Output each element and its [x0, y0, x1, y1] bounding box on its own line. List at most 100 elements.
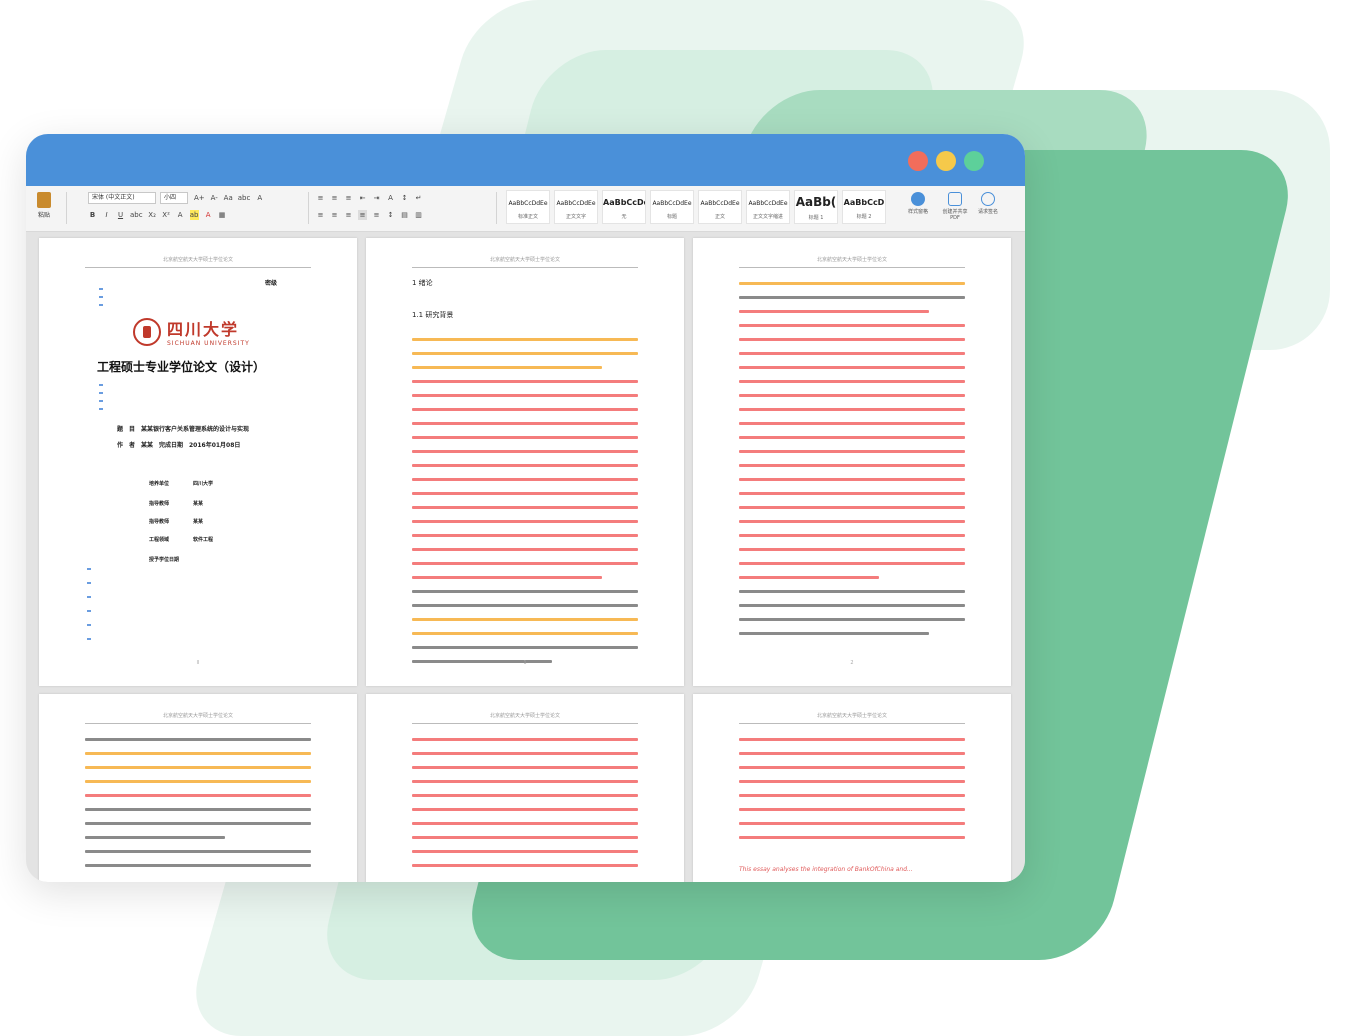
align-right-button[interactable]: ≡ — [344, 210, 353, 220]
body-text — [412, 338, 638, 674]
strikethrough-button[interactable]: abc — [130, 210, 143, 220]
info-key: 指导教师 — [149, 519, 170, 525]
text-line — [739, 520, 965, 523]
info-key: 培养单位 — [149, 481, 170, 487]
asian-layout-button[interactable]: A — [386, 193, 395, 203]
paragraph-mark — [99, 408, 103, 410]
paragraph-mark — [99, 296, 103, 298]
change-case-button[interactable]: Aa — [224, 193, 233, 203]
line-spacing-button[interactable]: ↕ — [386, 210, 395, 220]
document-page[interactable]: 北京航空航天大学硕士学位论文 密级 四川大学 SICHUAN UNIVERSIT… — [39, 238, 357, 686]
page-number: 1 — [523, 660, 527, 666]
text-line — [85, 850, 311, 853]
body-text — [739, 738, 965, 850]
document-canvas[interactable]: 北京航空航天大学硕士学位论文 密级 四川大学 SICHUAN UNIVERSIT… — [26, 232, 1025, 882]
text-line — [85, 738, 311, 741]
page-number: II — [196, 660, 200, 666]
paragraph-mark — [87, 596, 91, 598]
text-line — [412, 478, 638, 481]
increase-indent-button[interactable]: ⇥ — [372, 193, 381, 203]
text-line — [412, 822, 638, 825]
english-abstract-line: This essay analyses the integration of B… — [739, 866, 913, 873]
styles-pane-button[interactable]: 样式窗格 — [904, 192, 932, 215]
close-window-button[interactable] — [908, 151, 928, 171]
style-card[interactable]: AaBbCcDdEe 正文文字 — [554, 190, 598, 224]
decrease-indent-button[interactable]: ⇤ — [358, 193, 367, 203]
style-name: 正文文字 — [565, 214, 586, 220]
shading-button[interactable]: ▦ — [218, 210, 227, 220]
styles-pane-label: 样式窗格 — [907, 209, 928, 215]
document-page[interactable]: 北京航空航天大学硕士学位论文 1 绪论 1.1 研究背景 1 — [366, 238, 684, 686]
text-line — [85, 808, 311, 811]
document-page[interactable]: 北京航空航天大学硕士学位论文 — [693, 238, 1011, 686]
text-line — [739, 464, 965, 467]
grow-font-button[interactable]: A+ — [194, 193, 205, 203]
paragraph-mark — [99, 384, 103, 386]
shrink-font-button[interactable]: A- — [210, 193, 219, 203]
phonetic-button[interactable]: abc — [238, 193, 251, 203]
minimize-window-button[interactable] — [936, 151, 956, 171]
shading-fill-button[interactable]: ▤ — [400, 210, 409, 220]
text-line — [739, 752, 965, 755]
style-sample: AaBbCcDdEe — [748, 200, 788, 207]
align-left-button[interactable]: ≡ — [316, 210, 325, 220]
highlight-button[interactable]: ab — [189, 210, 199, 220]
paragraph-row-bottom: ≡ ≡ ≡ ≡ ≡ ↕ ▤ ▥ — [316, 210, 423, 220]
style-card[interactable]: AaBbCcDdEe 正文 — [698, 190, 742, 224]
style-card[interactable]: AaBbCcDd 无 — [602, 190, 646, 224]
superscript-button[interactable]: X² — [162, 210, 171, 220]
sort-button[interactable]: ↕ — [400, 193, 409, 203]
bold-button[interactable]: B — [88, 210, 97, 220]
style-card[interactable]: AaBbCcDdEe 标准正文 — [506, 190, 550, 224]
info-value: 某某 — [193, 519, 204, 525]
info-row: 指导教师 某某 — [149, 518, 203, 525]
clear-format-button[interactable]: A — [255, 193, 264, 203]
text-line — [739, 738, 965, 741]
font-size-select[interactable]: 小四 — [160, 192, 188, 204]
style-card[interactable]: AaBbCcDdEe 标题 — [650, 190, 694, 224]
subscript-button[interactable]: X₂ — [148, 210, 157, 220]
font-name-select[interactable]: 宋体 (中文正文) — [88, 192, 156, 204]
info-row: 工程领域 软件工程 — [149, 536, 213, 543]
info-row: 授予学位日期 — [149, 556, 203, 563]
distribute-button[interactable]: ≡ — [372, 210, 381, 220]
underline-button[interactable]: U — [116, 210, 125, 220]
style-card[interactable]: AaBb( 标题 1 — [794, 190, 838, 224]
document-page[interactable]: 北京航空航天大学硕士学位论文 — [39, 694, 357, 882]
maximize-window-button[interactable] — [964, 151, 984, 171]
style-name: 正文 — [714, 214, 725, 220]
text-line — [739, 548, 965, 551]
request-signature-button[interactable]: 请求签名 — [974, 192, 1002, 215]
text-line — [412, 520, 638, 523]
create-pdf-button[interactable]: 创建并共享 PDF — [938, 192, 972, 221]
show-marks-button[interactable]: ↵ — [414, 193, 423, 203]
document-page[interactable]: 北京航空航天大学硕士学位论文 This essay analyses the i… — [693, 694, 1011, 882]
text-line — [412, 808, 638, 811]
numbering-button[interactable]: ≡ — [330, 193, 339, 203]
info-key: 授予学位日期 — [149, 557, 180, 563]
multilevel-list-button[interactable]: ≡ — [344, 193, 353, 203]
paste-button[interactable]: 粘贴 — [34, 192, 54, 219]
style-card[interactable]: AaBbCcDdEe 正文文字缩进 — [746, 190, 790, 224]
info-key: 指导教师 — [149, 501, 170, 507]
create-pdf-label: 创建并共享 PDF — [942, 209, 968, 221]
align-center-button[interactable]: ≡ — [330, 210, 339, 220]
clipboard-icon — [37, 192, 51, 208]
paragraph-mark — [87, 610, 91, 612]
body-text — [739, 282, 965, 646]
text-effect-button[interactable]: A — [176, 210, 185, 220]
text-line — [412, 836, 638, 839]
style-card[interactable]: AaBbCcD 标题 2 — [842, 190, 886, 224]
text-line — [739, 366, 965, 369]
paragraph-mark — [99, 400, 103, 402]
document-page[interactable]: 北京航空航天大学硕士学位论文 — [366, 694, 684, 882]
info-key: 工程领域 — [149, 537, 170, 543]
text-line — [739, 408, 965, 411]
italic-button[interactable]: I — [102, 210, 111, 220]
text-line — [85, 864, 311, 867]
body-text — [85, 738, 311, 878]
font-color-button[interactable]: A — [204, 210, 213, 220]
borders-button[interactable]: ▥ — [414, 210, 423, 220]
justify-button[interactable]: ≡ — [358, 210, 367, 220]
bullets-button[interactable]: ≡ — [316, 193, 325, 203]
